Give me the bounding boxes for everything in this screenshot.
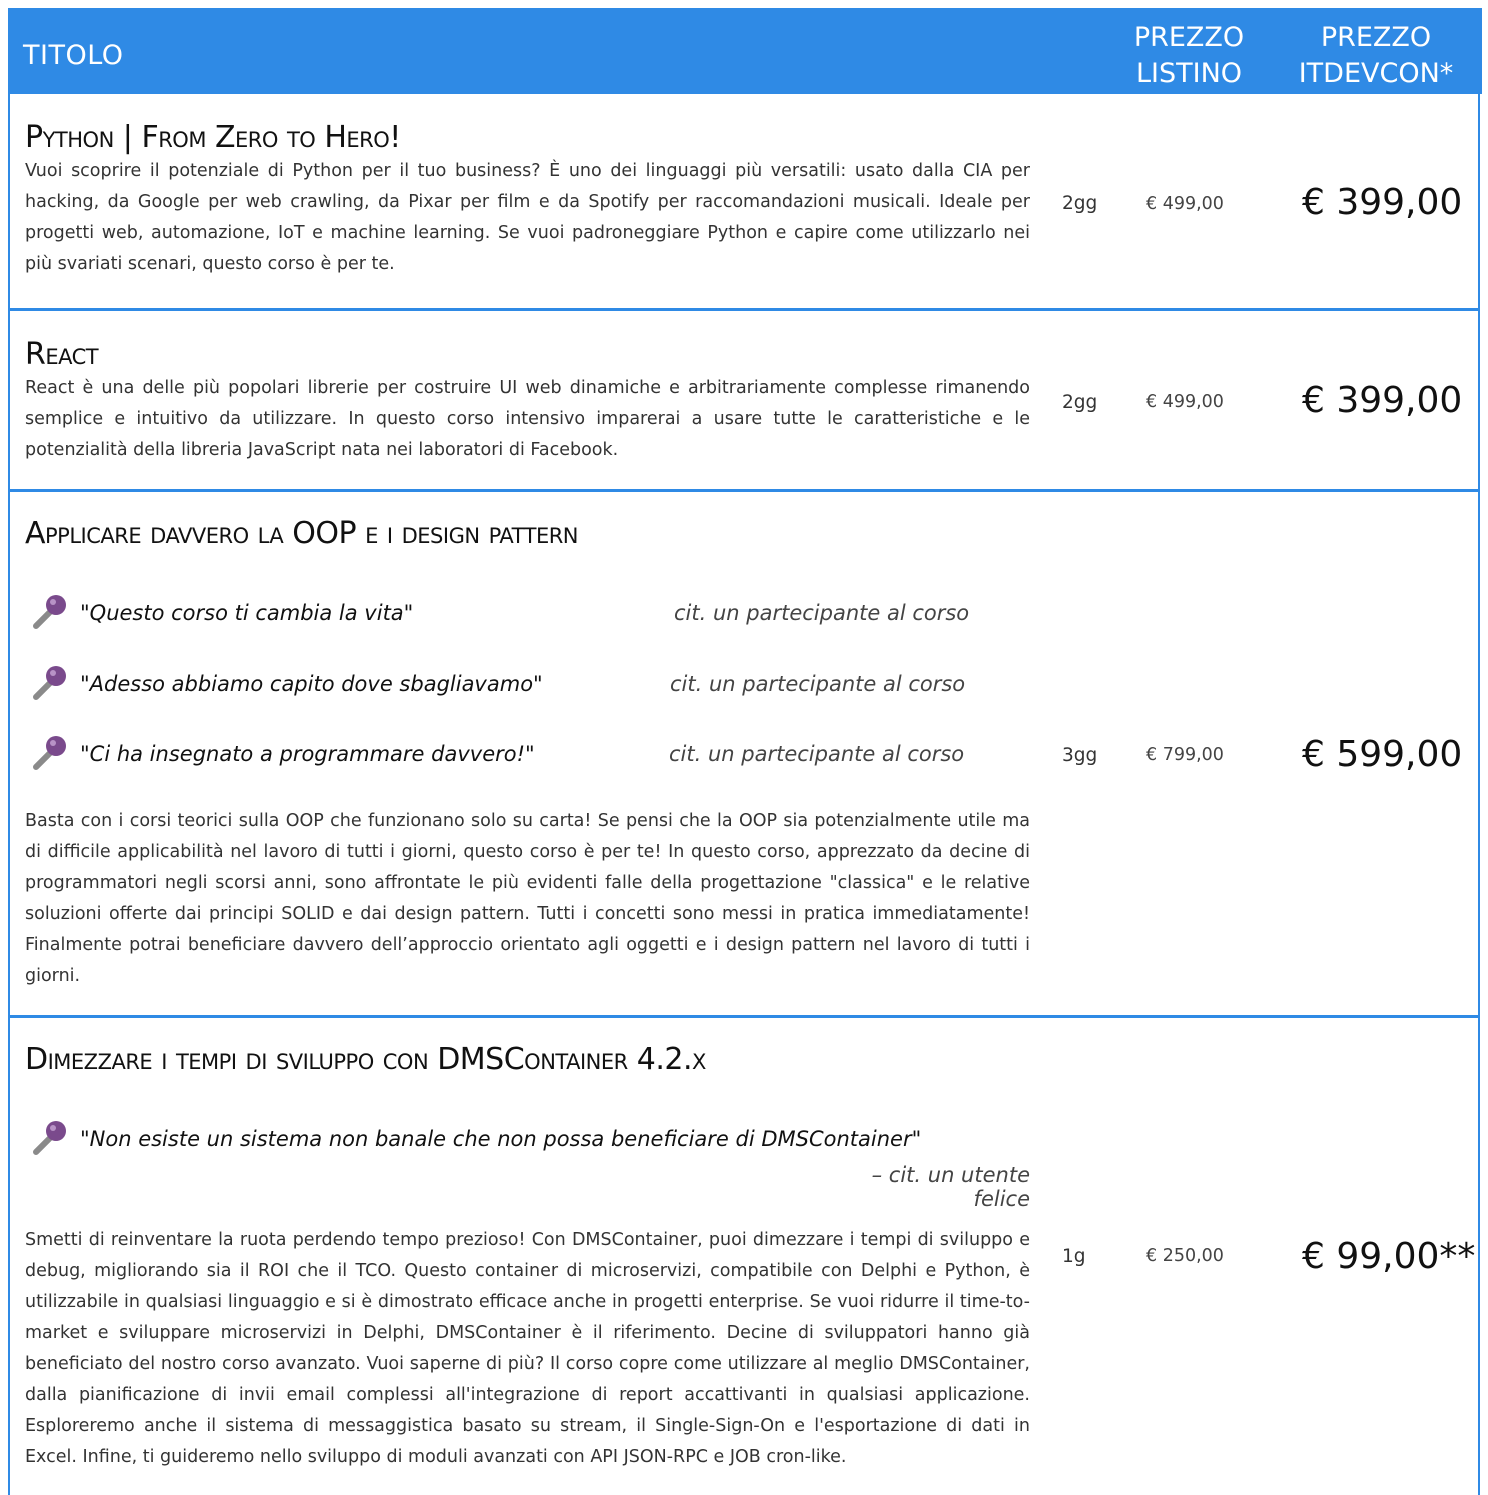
course-itdevcon-price: € 399,00: [1302, 182, 1463, 223]
course-duration: 2gg: [1062, 392, 1098, 413]
course-description: Vuoi scoprire il potenziale di Python pe…: [25, 161, 1030, 274]
course-title: React: [25, 337, 99, 372]
course-itdevcon-price: € 399,00: [1302, 380, 1463, 421]
course-description: React è una delle più popolari librerie …: [25, 378, 1030, 460]
course-title: Dimezzare i tempi di sviluppo con DMSCon…: [25, 1042, 706, 1077]
microphone-icon: [33, 666, 66, 700]
course-list-price: € 250,00: [1146, 1246, 1224, 1266]
table-header: TITOLO PREZZO LISTINO PREZZO ITDEVCON*: [8, 8, 1482, 94]
header-price-list: PREZZO LISTINO: [1133, 22, 1245, 89]
testimonial-cite: cit. un partecipante al corso: [674, 601, 970, 625]
testimonial-quote: "Adesso abbiamo capito dove sbagliavamo": [80, 672, 543, 696]
header-price-itdevcon: PREZZO ITDEVCON*: [1298, 22, 1454, 89]
course-list-price: € 799,00: [1146, 745, 1224, 765]
microphone-icon: [33, 736, 66, 770]
course-duration: 1g: [1062, 1246, 1086, 1267]
course-list-price: € 499,00: [1146, 194, 1224, 214]
course-list-price: € 499,00: [1146, 392, 1224, 412]
testimonial-quote: "Ci ha insegnato a programmare davvero!": [80, 742, 535, 766]
course-duration: 2gg: [1062, 193, 1098, 214]
course-duration: 3gg: [1062, 745, 1098, 766]
course-row-react: React React è una delle più popolari lib…: [8, 308, 1480, 491]
course-row-python: Python | From Zero to Hero! Vuoi scoprir…: [8, 94, 1480, 310]
microphone-icon: [33, 1121, 66, 1155]
testimonial-cite: cit. un partecipante al corso: [669, 742, 965, 766]
course-title: Applicare davvero la OOP e i design patt…: [25, 516, 579, 551]
testimonial-cite: cit. un partecipante al corso: [670, 672, 966, 696]
course-description: Smetti di reinventare la ruota perdendo …: [25, 1230, 1030, 1467]
course-itdevcon-price: € 599,00: [1302, 734, 1463, 775]
microphone-icon: [33, 595, 66, 629]
header-title: TITOLO: [23, 40, 124, 71]
course-itdevcon-price: € 99,00**: [1302, 1236, 1476, 1277]
course-title: Python | From Zero to Hero!: [25, 120, 401, 155]
course-row-dmscontainer: Dimezzare i tempi di sviluppo con DMSCon…: [8, 1015, 1480, 1495]
course-row-oop: Applicare davvero la OOP e i design patt…: [8, 489, 1480, 1017]
testimonial-cite: – cit. un utente felice: [871, 1163, 1030, 1211]
course-description: Basta con i corsi teorici sulla OOP che …: [25, 811, 1030, 986]
testimonial-quote: "Questo corso ti cambia la vita": [80, 601, 414, 625]
course-price-table: TITOLO PREZZO LISTINO PREZZO ITDEVCON* P…: [0, 0, 1488, 1495]
testimonial-quote: "Non esiste un sistema non banale che no…: [80, 1127, 922, 1151]
